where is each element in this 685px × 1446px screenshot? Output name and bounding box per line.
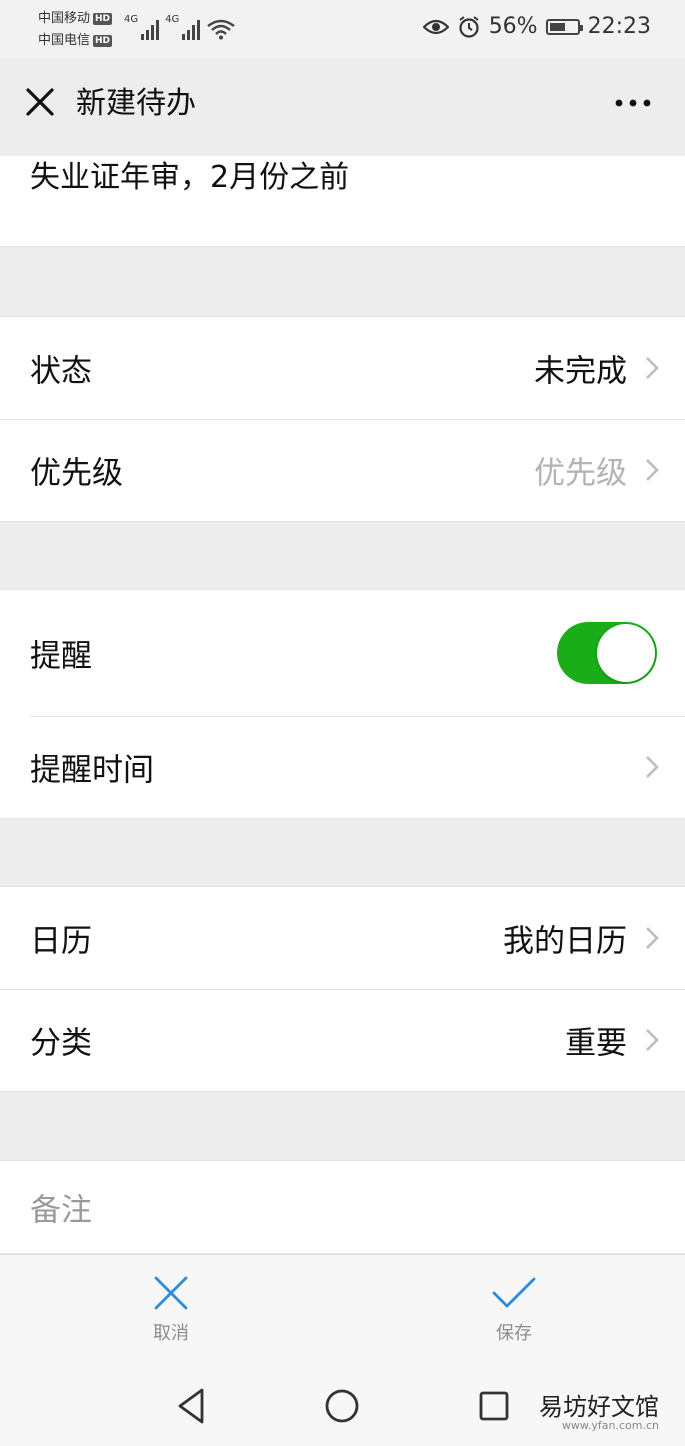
reminder-row: 提醒 — [0, 590, 685, 716]
status-row[interactable]: 状态 未完成 — [0, 317, 685, 419]
carrier-1: 中国移动 — [38, 11, 91, 26]
signal-icon-2 — [182, 18, 201, 40]
status-label: 状态 — [30, 353, 92, 390]
chevron-right-icon — [646, 927, 659, 949]
chevron-right-icon — [646, 459, 659, 481]
network-label-2: 4G — [165, 14, 180, 25]
carrier-2: 中国电信 — [38, 33, 91, 48]
watermark-text: 易坊好文馆 — [539, 1393, 659, 1421]
hd-badge-1: HD — [93, 13, 113, 25]
action-bar: 取消 保存 — [0, 1254, 685, 1365]
todo-title-input[interactable]: 失业证年审，2月份之前 — [30, 158, 349, 198]
check-icon — [492, 1277, 536, 1308]
page-title: 新建待办 — [76, 86, 196, 121]
toggle-knob — [597, 624, 655, 682]
priority-placeholder: 优先级 — [534, 455, 627, 492]
chevron-right-icon — [646, 357, 659, 379]
category-label: 分类 — [30, 1025, 92, 1062]
save-button[interactable]: 保存 — [454, 1273, 574, 1353]
notes-field[interactable]: 备注 — [0, 1160, 685, 1253]
more-icon — [615, 99, 651, 107]
battery-percent: 56% — [488, 14, 538, 39]
reminder-time-row[interactable]: 提醒时间 — [0, 716, 685, 818]
close-button[interactable] — [20, 82, 60, 122]
priority-row[interactable]: 优先级 优先级 — [0, 419, 685, 521]
notes-placeholder: 备注 — [30, 1192, 92, 1229]
system-nav-bar: 易坊好文馆 www.yfan.com.cn — [0, 1364, 685, 1446]
priority-label: 优先级 — [30, 455, 123, 492]
calendar-value: 我的日历 — [503, 923, 627, 960]
watermark: 易坊好文馆 www.yfan.com.cn — [539, 1394, 659, 1432]
calendar-row[interactable]: 日历 我的日历 — [0, 887, 685, 989]
category-value: 重要 — [565, 1025, 627, 1062]
close-icon — [26, 88, 54, 116]
status-right: 56% 22:23 — [422, 14, 651, 39]
battery-icon — [545, 18, 583, 35]
alarm-icon — [459, 15, 479, 38]
reminder-group: 提醒 提醒时间 — [0, 589, 685, 819]
cancel-button[interactable]: 取消 — [111, 1273, 231, 1353]
wifi-icon — [207, 19, 235, 40]
signal-group: 4G 4G — [124, 14, 236, 40]
status-priority-group: 状态 未完成 优先级 优先级 — [0, 316, 685, 522]
home-button[interactable] — [320, 1384, 364, 1428]
save-label: 保存 — [496, 1323, 532, 1344]
status-bar: 中国移动 HD 中国电信 HD 4G 4G 56% 22:23 — [0, 0, 685, 58]
back-icon — [178, 1388, 204, 1424]
category-row[interactable]: 分类 重要 — [0, 989, 685, 1091]
calendar-category-group: 日历 我的日历 分类 重要 — [0, 886, 685, 1092]
recents-button[interactable] — [472, 1384, 516, 1428]
status-value: 未完成 — [534, 353, 627, 390]
home-icon — [325, 1389, 359, 1423]
calendar-label: 日历 — [30, 923, 92, 960]
chevron-right-icon — [646, 1029, 659, 1051]
signal-icon — [141, 18, 160, 40]
hd-badge-2: HD — [93, 35, 113, 47]
reminder-time-label: 提醒时间 — [30, 752, 154, 789]
cancel-icon — [154, 1276, 188, 1310]
recents-icon — [479, 1391, 509, 1421]
more-button[interactable] — [611, 88, 655, 118]
reminder-label: 提醒 — [30, 638, 92, 675]
watermark-sub: www.yfan.com.cn — [561, 1419, 659, 1432]
back-button[interactable] — [170, 1384, 214, 1428]
app-header: 新建待办 — [0, 58, 685, 148]
cancel-label: 取消 — [153, 1323, 189, 1344]
eye-icon — [422, 19, 449, 34]
reminder-toggle[interactable] — [557, 622, 657, 684]
carrier-info: 中国移动 HD 中国电信 HD — [38, 8, 113, 52]
todo-title-card[interactable]: 失业证年审，2月份之前 — [0, 156, 685, 247]
battery-fill — [549, 22, 565, 31]
chevron-right-icon — [646, 756, 659, 778]
clock: 22:23 — [587, 14, 651, 39]
network-label-1: 4G — [124, 14, 139, 25]
